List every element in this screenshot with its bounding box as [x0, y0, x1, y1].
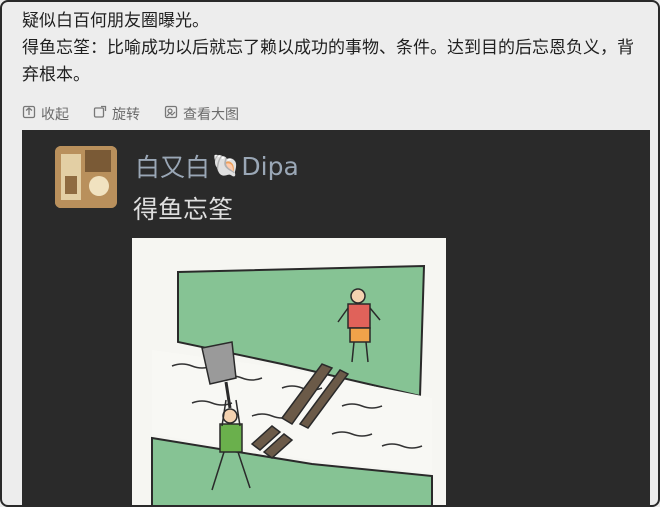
rotate-button[interactable]: 旋转	[93, 104, 140, 124]
screenshot-title: 得鱼忘筌	[133, 195, 234, 224]
post-line-2: 得鱼忘筌：比喻成功以后就忘了赖以成功的事物、条件。达到目的后忘恩负义，背	[22, 38, 634, 58]
post-text: 疑似白百何朋友圈曝光。 得鱼忘筌：比喻成功以后就忘了赖以成功的事物、条件。达到目…	[22, 8, 648, 89]
rotate-icon	[93, 105, 107, 123]
shell-icon: 🐚	[212, 153, 240, 179]
post-line-1: 疑似白百何朋友圈曝光。	[22, 11, 209, 31]
collapse-icon	[22, 105, 36, 123]
view-large-label: 查看大图	[183, 107, 239, 123]
rotate-label: 旋转	[112, 107, 140, 123]
collapse-label: 收起	[41, 107, 69, 123]
image-toolbar: 收起 旋转 查看大图	[22, 103, 239, 125]
avatar	[55, 146, 117, 208]
post-image[interactable]: 白又白 🐚 Dipa 得鱼忘筌	[22, 130, 650, 505]
screenshot-username: 白又白 🐚 Dipa	[135, 148, 299, 184]
collapse-button[interactable]: 收起	[22, 104, 69, 124]
username-text: 白又白	[135, 153, 211, 182]
comic-image	[132, 238, 446, 505]
view-large-icon	[164, 105, 178, 123]
username-suffix: Dipa	[241, 151, 299, 181]
post-line-3: 弃根本。	[22, 65, 90, 85]
post-frame: 疑似白百何朋友圈曝光。 得鱼忘筌：比喻成功以后就忘了赖以成功的事物、条件。达到目…	[0, 0, 660, 507]
view-large-button[interactable]: 查看大图	[164, 104, 239, 124]
